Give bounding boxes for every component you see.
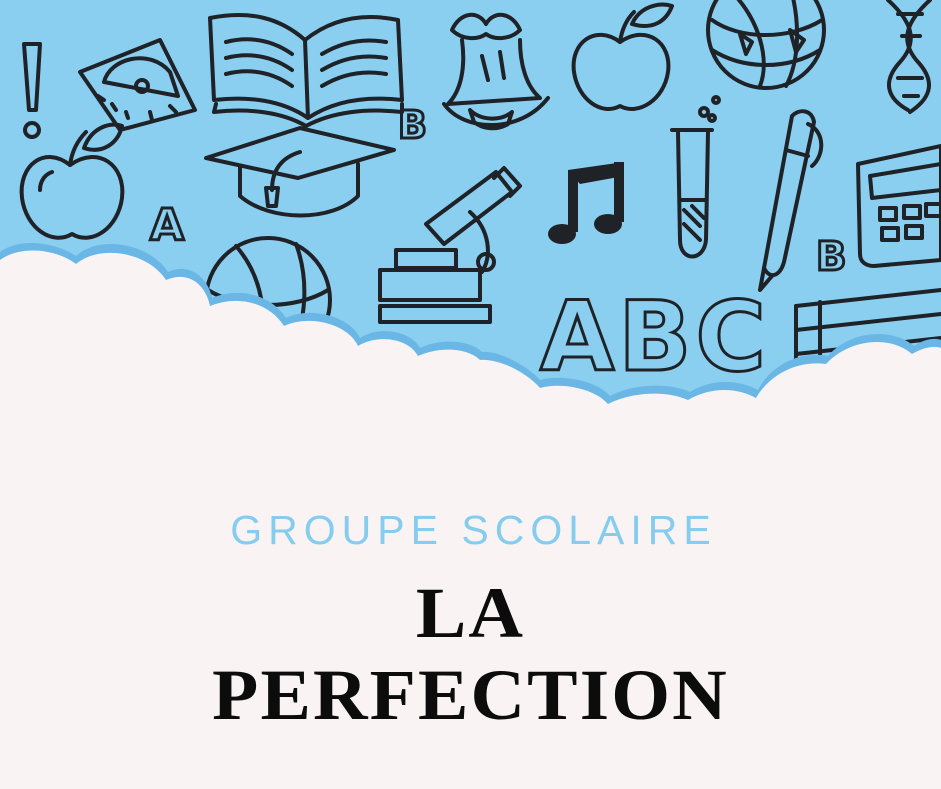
school-name-line-2: PERFECTION (212, 655, 729, 735)
school-subtitle: GROUPE SCOLAIRE (230, 507, 717, 553)
text-block: GROUPE SCOLAIRE LA PERFECTION (0, 505, 941, 731)
letter-b-small: B (398, 103, 427, 147)
school-name-line-1: LA (415, 573, 526, 653)
letter-b-right: B (816, 234, 847, 280)
letters-abc: ABC (540, 281, 770, 393)
letter-a-small: A (150, 200, 184, 251)
